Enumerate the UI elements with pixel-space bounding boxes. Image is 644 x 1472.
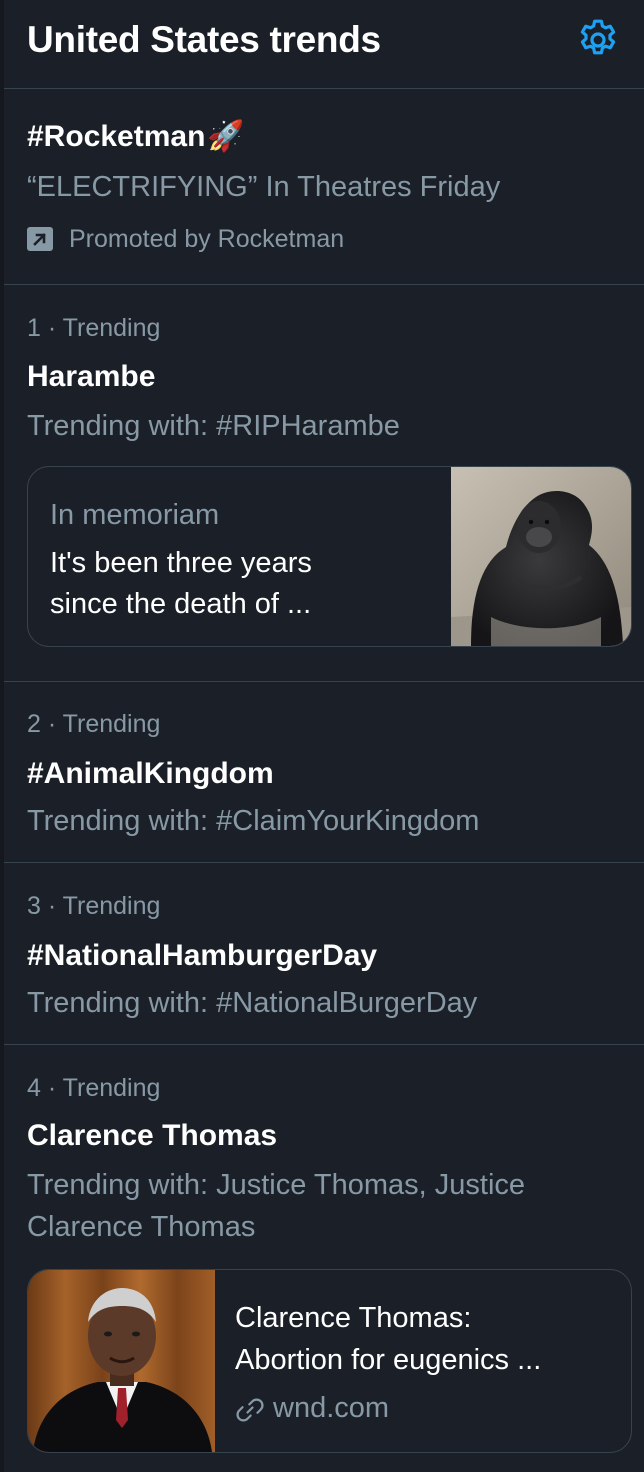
gear-icon[interactable] xyxy=(574,16,622,64)
trends-panel: United States trends #Rocketman🚀 “ELECTR… xyxy=(0,0,644,1472)
card-headline-line: Abortion for eugenics ... xyxy=(235,1344,542,1376)
card-headline-line: since the death of ... xyxy=(50,588,312,620)
gorilla-thumbnail xyxy=(451,467,631,646)
trends-header: United States trends xyxy=(0,0,644,88)
trend-context: Clarence Thomas xyxy=(27,1211,256,1243)
trend-name: Harambe xyxy=(27,360,156,393)
trend-context: Trending with: Justice Thomas, Justice xyxy=(27,1169,526,1201)
news-card[interactable]: Clarence Thomas: Abortion for eugenics .… xyxy=(27,1269,632,1453)
promoted-tagline: “ELECTRIFYING” In Theatres Friday xyxy=(27,171,501,203)
trend-context: Trending with: #ClaimYourKingdom xyxy=(27,805,480,837)
trend-name: #NationalHamburgerDay xyxy=(27,939,378,972)
page-title: United States trends xyxy=(27,19,381,60)
portrait-thumbnail xyxy=(28,1270,215,1452)
trend-meta: 2 · Trending xyxy=(27,710,161,738)
rocket-emoji: 🚀 xyxy=(207,120,245,153)
promoted-by-label: Promoted by Rocketman xyxy=(69,225,345,253)
moment-card[interactable]: In memoriam It's been three years since … xyxy=(27,466,632,647)
trend-context: Trending with: #NationalBurgerDay xyxy=(27,987,478,1019)
trend-meta: 1 · Trending xyxy=(27,314,161,342)
trend-context: Trending with: #RIPHarambe xyxy=(27,410,400,442)
trend-name: Clarence Thomas xyxy=(27,1119,278,1152)
card-headline-line: It's been three years xyxy=(50,547,312,579)
card-eyebrow: In memoriam xyxy=(50,499,220,531)
trend-name: #AnimalKingdom xyxy=(27,757,274,790)
trend-meta: 4 · Trending xyxy=(27,1074,161,1102)
card-domain: wnd.com xyxy=(273,1392,390,1424)
promoted-arrow-icon xyxy=(27,227,53,251)
card-headline-line: Clarence Thomas: xyxy=(235,1302,472,1334)
link-icon xyxy=(236,1398,264,1422)
promoted-hashtag: #Rocketman🚀 xyxy=(27,120,245,153)
trend-meta: 3 · Trending xyxy=(27,892,161,920)
